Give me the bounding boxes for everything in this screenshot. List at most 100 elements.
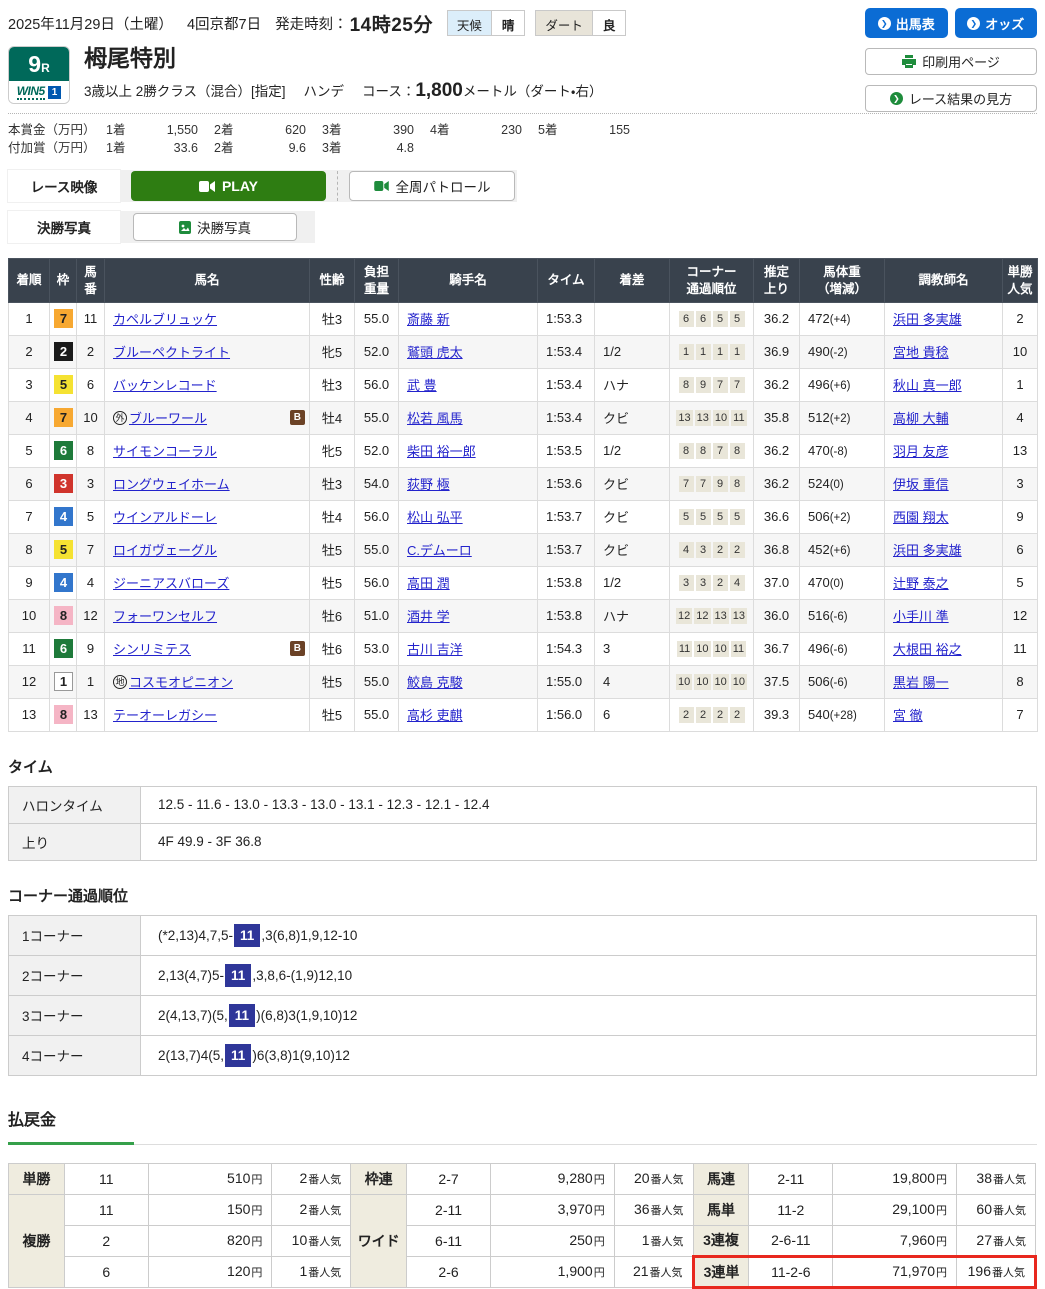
win5-logo: WIN5 bbox=[16, 84, 45, 100]
horse-name-link[interactable]: カペルブリュッケ bbox=[113, 309, 217, 328]
corner-pos-box: 8 bbox=[695, 443, 711, 460]
finish-pos: 2 bbox=[8, 334, 50, 369]
trainer-link[interactable]: 西園 翔太 bbox=[893, 510, 949, 525]
body-weight: 524 bbox=[808, 476, 830, 492]
horse-name-link[interactable]: フォーワンセルフ bbox=[113, 606, 217, 625]
horse-name-link[interactable]: シンリミテス bbox=[113, 639, 191, 658]
jockey-link[interactable]: 斎藤 新 bbox=[407, 312, 450, 327]
trainer-link[interactable]: 伊坂 重信 bbox=[893, 477, 949, 492]
horse-name-link[interactable]: コスモオピニオン bbox=[129, 672, 233, 691]
payout-popularity: 21番人気 bbox=[613, 1255, 694, 1288]
result-row: 7 4 5 ウインアルドーレ 牡4 56.0 松山 弘平 1:53.7 クビ 5… bbox=[8, 499, 1038, 534]
jockey-link[interactable]: 古川 吉洋 bbox=[407, 642, 463, 657]
entries-button[interactable]: ❯ 出馬表 bbox=[865, 8, 948, 38]
frame-badge: 3 bbox=[54, 474, 73, 494]
corner-pos-box: 3 bbox=[695, 542, 711, 559]
finish-time: 1:53.4 bbox=[537, 400, 595, 435]
horse-name-link[interactable]: テーオーレガシー bbox=[113, 705, 217, 724]
win-popularity: 6 bbox=[1002, 532, 1038, 567]
horse-name-link[interactable]: サイモンコーラル bbox=[113, 441, 217, 460]
jockey-link[interactable]: 鮫島 克駿 bbox=[407, 675, 463, 690]
horse-number: 3 bbox=[76, 466, 105, 501]
corner-pos-box: 8 bbox=[729, 443, 745, 460]
horse-name-link[interactable]: ウインアルドーレ bbox=[113, 507, 217, 526]
finish-pos: 9 bbox=[8, 565, 50, 600]
corner-positions: 4322 bbox=[669, 532, 754, 567]
trainer-link[interactable]: 黒岩 陽一 bbox=[893, 675, 949, 690]
trainer-link[interactable]: 浜田 多実雄 bbox=[893, 543, 962, 558]
last-3f: 36.8 bbox=[753, 532, 800, 567]
payout-popularity: 20番人気 bbox=[613, 1162, 694, 1195]
trainer-link[interactable]: 大根田 裕之 bbox=[893, 642, 962, 657]
payout-popularity: 196番人気 bbox=[956, 1254, 1037, 1289]
payout-combination: 11-2 bbox=[748, 1193, 834, 1226]
trainer-link[interactable]: 浜田 多実雄 bbox=[893, 312, 962, 327]
margin: 1/2 bbox=[594, 433, 670, 468]
corner-pos-box: 4 bbox=[678, 542, 694, 559]
win-popularity: 3 bbox=[1002, 466, 1038, 501]
corner-pos-box: 1 bbox=[678, 344, 694, 361]
blinker-badge: B bbox=[289, 641, 305, 657]
corner-positions: 12 12 13 13 bbox=[669, 598, 754, 633]
last-3f: 37.5 bbox=[753, 664, 800, 699]
trainer-link[interactable]: 秋山 真一郎 bbox=[893, 378, 962, 393]
jockey-link[interactable]: C.デムーロ bbox=[407, 543, 472, 558]
corner-pos-box: 12 bbox=[694, 608, 711, 625]
patrol-video-button[interactable]: 全周パトロール bbox=[349, 171, 515, 202]
play-button[interactable]: PLAY bbox=[131, 171, 326, 202]
horse-name-link[interactable]: ロイガヴェーグル bbox=[113, 540, 217, 559]
corner-pos-box: 13 bbox=[676, 410, 693, 427]
results-guide-button[interactable]: ❯ レース結果の見方 bbox=[865, 85, 1037, 112]
jockey-link[interactable]: 柴田 裕一郎 bbox=[407, 444, 476, 459]
result-row: 3 5 6 バッケンレコード 牡3 56.0 武 豊 1:53.4 ハナ 897… bbox=[8, 367, 1038, 402]
win5-number: 1 bbox=[47, 85, 62, 99]
horse-number: 8 bbox=[76, 433, 105, 468]
trainer-link[interactable]: 宮 徹 bbox=[893, 708, 923, 723]
jockey-link[interactable]: 松山 弘平 bbox=[407, 510, 463, 525]
corner-pos-box: 11 bbox=[676, 641, 693, 658]
corner-section-title: コーナー通過順位 bbox=[8, 887, 129, 905]
meeting-info: 4回京都7日 bbox=[186, 16, 262, 33]
carried-weight: 55.0 bbox=[354, 532, 399, 567]
divider bbox=[8, 113, 1037, 114]
jockey-link[interactable]: 武 豊 bbox=[407, 378, 437, 393]
payout-type: 3連複 bbox=[692, 1224, 750, 1257]
trainer-link[interactable]: 羽月 友彦 bbox=[893, 444, 949, 459]
corner-positions: 11 10 10 11 bbox=[669, 631, 754, 666]
horse-name-link[interactable]: バッケンレコード bbox=[113, 375, 217, 394]
corner-pos-box: 2 bbox=[712, 707, 728, 724]
finish-photo-button[interactable]: 決勝写真 bbox=[133, 213, 297, 242]
jockey-link[interactable]: 高田 潤 bbox=[407, 576, 450, 591]
jockey-link[interactable]: 酒井 学 bbox=[407, 609, 450, 624]
payout-combination: 2-11 bbox=[748, 1162, 834, 1195]
payout-combination: 11 bbox=[63, 1193, 149, 1226]
payout-row: 複勝 11 150円 2番人気 ワイド 2-11 3,970円 36番人気 馬単 11-2 29,1… bbox=[8, 1193, 1036, 1288]
trainer-link[interactable]: 高柳 大輔 bbox=[893, 411, 949, 426]
jockey-link[interactable]: 荻野 極 bbox=[407, 477, 450, 492]
jockey-link[interactable]: 鷲頭 虎太 bbox=[407, 345, 463, 360]
print-page-button[interactable]: 印刷用ページ bbox=[865, 48, 1037, 75]
horse-name-link[interactable]: ブルーペクトライト bbox=[113, 342, 230, 361]
start-time-label: 発走時刻： bbox=[275, 16, 348, 33]
jockey-link[interactable]: 高杉 吏麒 bbox=[407, 708, 463, 723]
corner-pos-box: 4 bbox=[729, 575, 745, 592]
sex-age: 牡3 bbox=[309, 466, 355, 501]
chevron-right-icon: ❯ bbox=[877, 16, 891, 30]
last-3f: 35.8 bbox=[753, 400, 800, 435]
payout-amount: 3,970円 bbox=[489, 1193, 615, 1226]
margin: クビ bbox=[594, 499, 670, 534]
horse-name-link[interactable]: ブルーワール bbox=[129, 408, 207, 427]
trainer-link[interactable]: 宮地 貴稔 bbox=[893, 345, 949, 360]
frame-badge: 4 bbox=[54, 573, 73, 593]
payout-combination: 2-11 bbox=[406, 1193, 491, 1226]
jockey-link[interactable]: 松若 風馬 bbox=[407, 411, 463, 426]
odds-button[interactable]: ❯ オッズ bbox=[954, 8, 1037, 38]
body-weight: 506 bbox=[808, 509, 830, 525]
payout-amount: 150円 bbox=[147, 1193, 273, 1226]
trainer-link[interactable]: 小手川 準 bbox=[893, 609, 949, 624]
last-3f: 36.0 bbox=[753, 598, 800, 633]
horse-name-link[interactable]: ジーニアスバローズ bbox=[113, 573, 229, 592]
trainer-link[interactable]: 辻野 泰之 bbox=[893, 576, 949, 591]
track-label: ダート bbox=[536, 11, 592, 35]
horse-name-link[interactable]: ロングウェイホーム bbox=[113, 474, 230, 493]
